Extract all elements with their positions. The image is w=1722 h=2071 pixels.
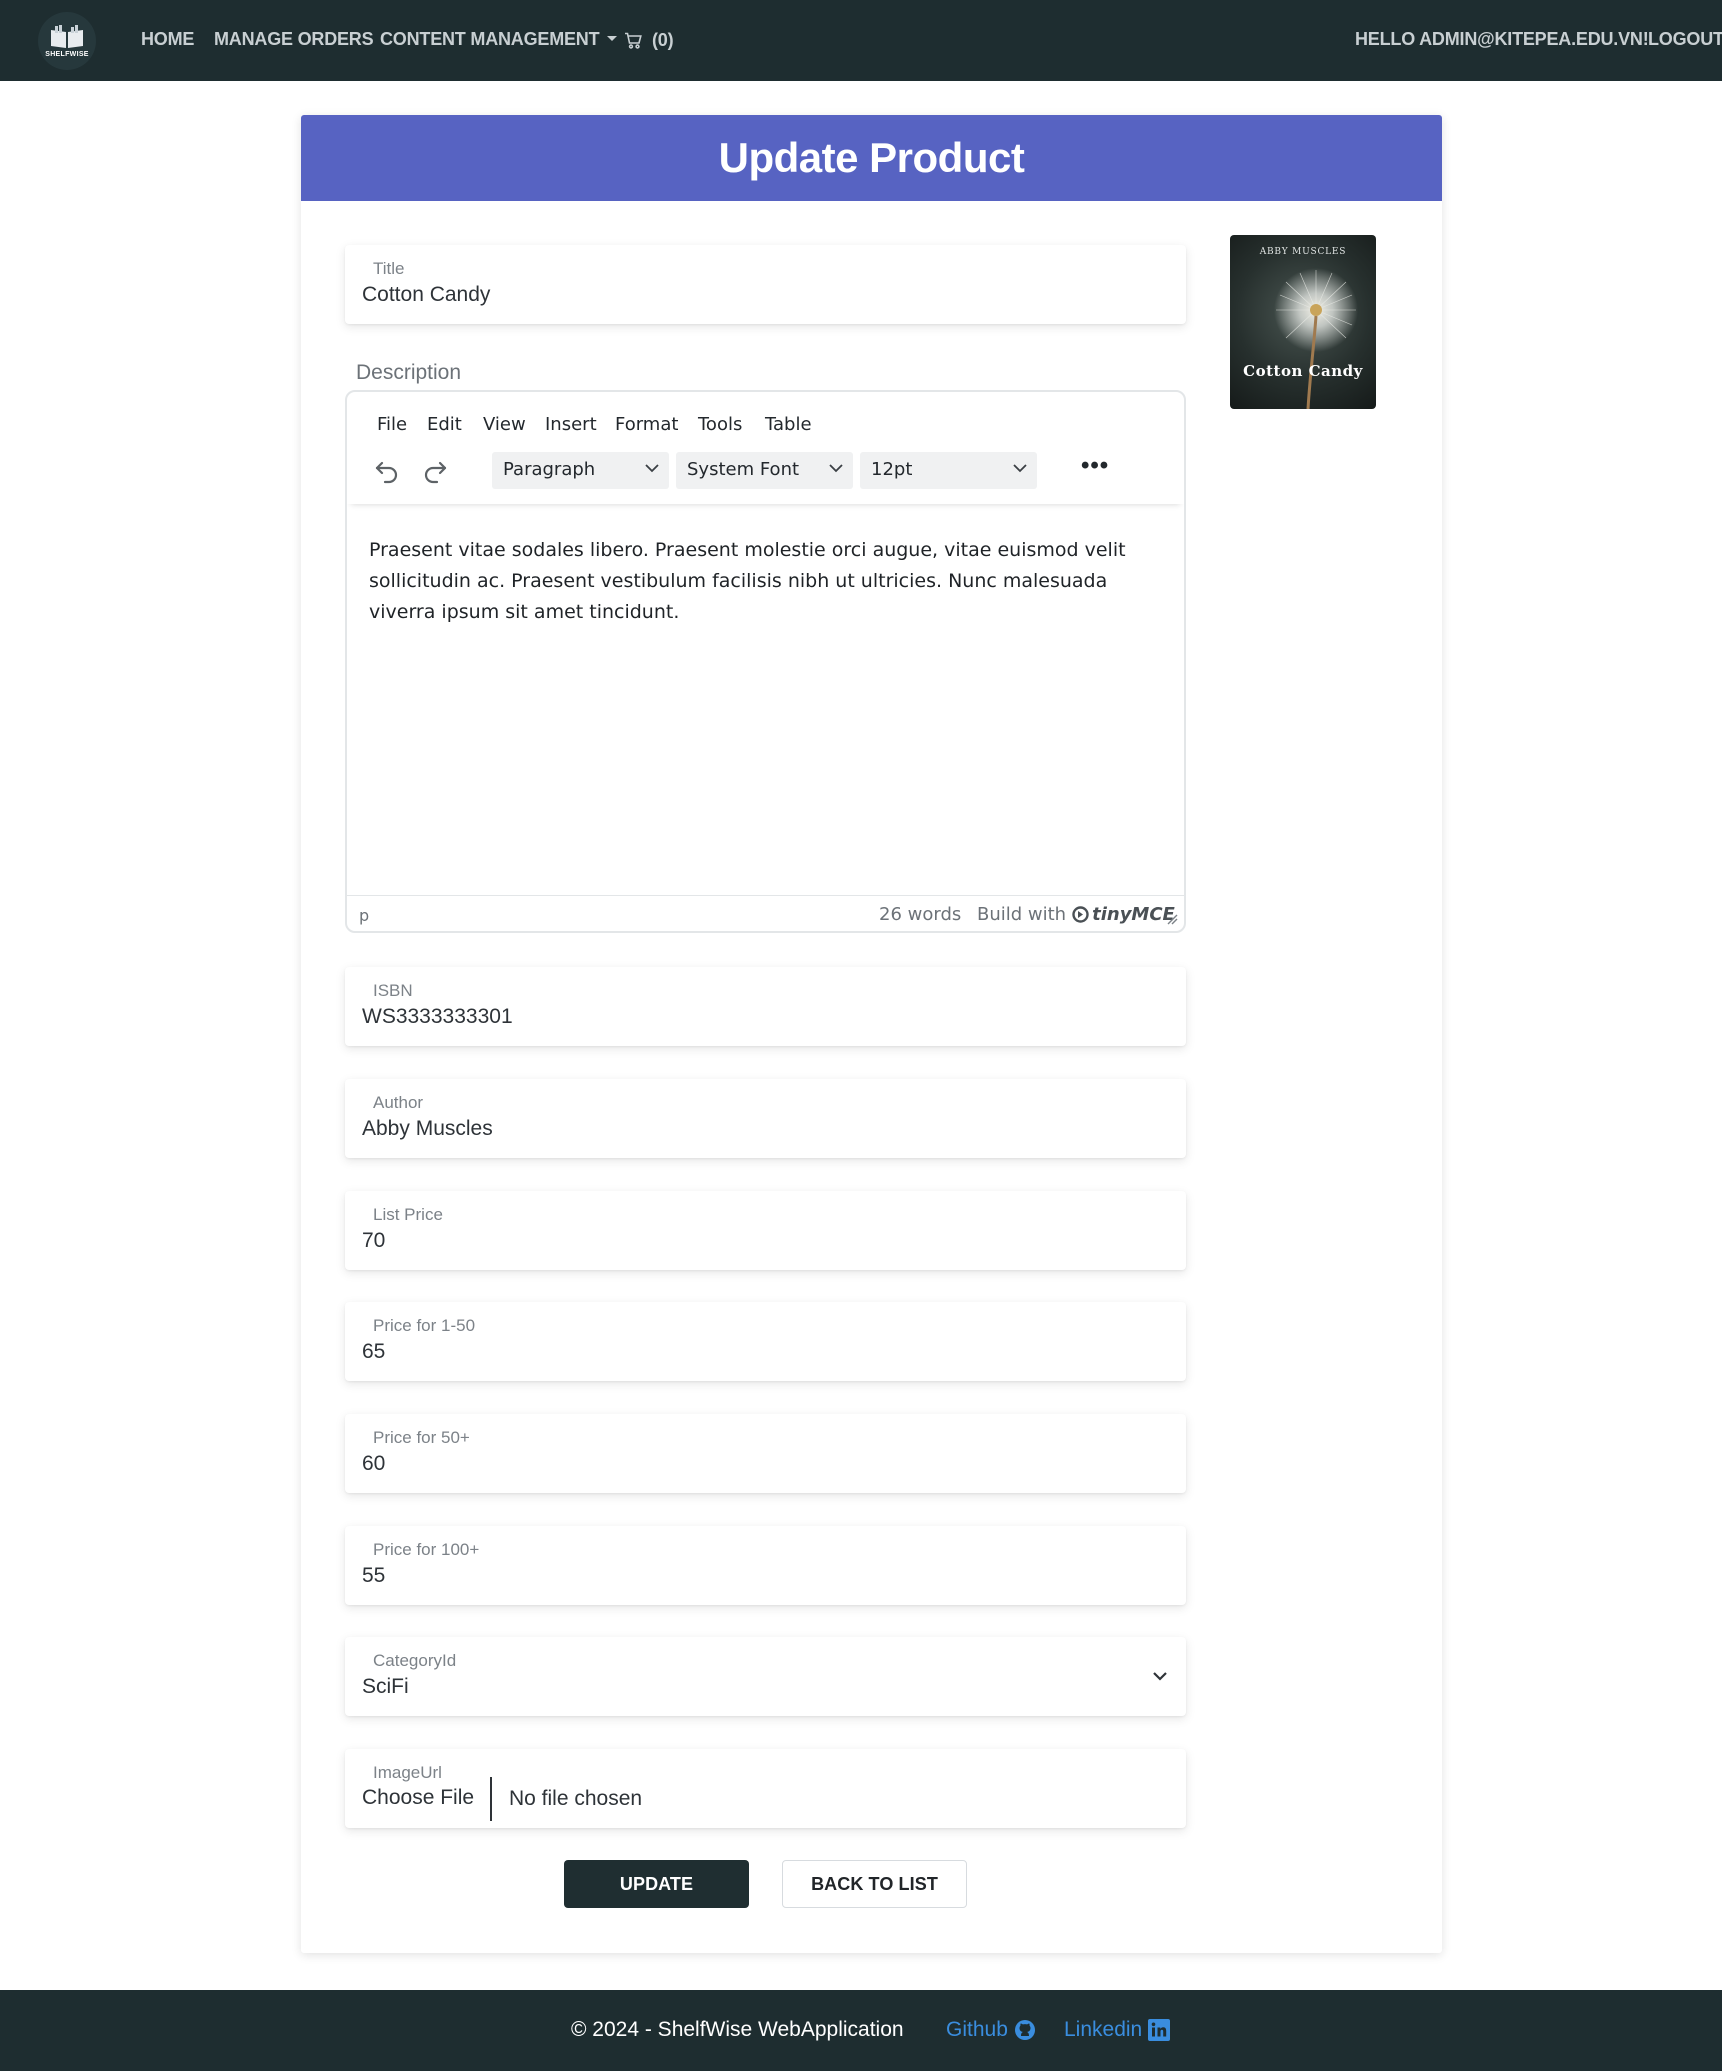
- editor-content[interactable]: Praesent vitae sodales libero. Praesent …: [369, 535, 1159, 628]
- menu-tools[interactable]: Tools: [698, 414, 742, 435]
- footer: © 2024 - ShelfWise WebApplication Github…: [0, 1990, 1722, 2071]
- github-link[interactable]: Github: [946, 2018, 1036, 2042]
- resize-handle-icon[interactable]: [1167, 914, 1178, 925]
- linkedin-link[interactable]: Linkedin: [1064, 2018, 1171, 2042]
- undo-icon[interactable]: [373, 457, 401, 485]
- menu-insert[interactable]: Insert: [545, 414, 597, 435]
- list-price-input[interactable]: 70: [362, 1229, 385, 1253]
- price-100-field[interactable]: Price for 100+ 55: [345, 1526, 1186, 1605]
- element-path[interactable]: p: [359, 906, 369, 925]
- menu-edit[interactable]: Edit: [427, 414, 462, 435]
- choose-file-button[interactable]: Choose File: [362, 1777, 493, 1821]
- tinymce-brand: tinyMCE: [1072, 904, 1175, 925]
- list-price-label: List Price: [373, 1205, 443, 1224]
- user-greeting[interactable]: HELLO ADMIN@KITEPEA.EDU.VN!: [1355, 29, 1649, 50]
- nav-home[interactable]: HOME: [141, 29, 194, 50]
- menu-table[interactable]: Table: [765, 414, 812, 435]
- redo-icon[interactable]: [421, 457, 449, 485]
- cart-count: (0): [652, 30, 674, 50]
- description-editor[interactable]: File Edit View Insert Format Tools Table…: [345, 390, 1186, 933]
- author-input[interactable]: Abby Muscles: [362, 1117, 493, 1141]
- title-input[interactable]: Cotton Candy: [362, 283, 490, 307]
- footer-copyright: © 2024 - ShelfWise WebApplication: [571, 2018, 904, 2041]
- menu-file[interactable]: File: [377, 414, 407, 435]
- isbn-label: ISBN: [373, 981, 413, 1000]
- caret-down-icon: [607, 36, 618, 42]
- menu-view[interactable]: View: [483, 414, 526, 435]
- tinymce-logo-icon: [1072, 906, 1089, 923]
- navbar: SHELFWISE HOME MANAGE ORDERS CONTENT MAN…: [0, 0, 1722, 81]
- editor-menubar: File Edit View Insert Format Tools Table: [347, 392, 1184, 442]
- logout-link[interactable]: LOGOUT: [1648, 29, 1722, 50]
- build-with-label: Build with: [977, 904, 1067, 925]
- more-options-icon[interactable]: •••: [1081, 454, 1109, 478]
- price-1-50-field[interactable]: Price for 1-50 65: [345, 1302, 1186, 1381]
- editor-statusbar: p 26 words Build with tinyMCE: [347, 895, 1184, 931]
- price-1-50-label: Price for 1-50: [373, 1316, 476, 1335]
- brand-logo[interactable]: SHELFWISE: [38, 12, 96, 70]
- page-title: Update Product: [718, 134, 1025, 181]
- dandelion-illustration: [1274, 268, 1358, 409]
- author-label: Author: [373, 1093, 424, 1112]
- github-label: Github: [946, 2018, 1008, 2041]
- open-book-icon: [51, 25, 83, 48]
- menu-format[interactable]: Format: [615, 414, 678, 435]
- chevron-down-icon: [645, 464, 659, 473]
- update-button[interactable]: UPDATE: [564, 1860, 749, 1908]
- block-format-select[interactable]: Paragraph: [492, 452, 669, 489]
- font-family-select[interactable]: System Font: [676, 452, 853, 489]
- title-label: Title: [373, 259, 405, 278]
- price-100-label: Price for 100+: [373, 1540, 480, 1559]
- tinymce-brand-text: tinyMCE: [1092, 904, 1175, 925]
- cover-title-text: Cotton Candy: [1243, 362, 1363, 380]
- price-1-50-input[interactable]: 65: [362, 1340, 385, 1364]
- linkedin-icon: [1148, 2019, 1171, 2041]
- price-50-label: Price for 50+: [373, 1428, 470, 1447]
- chevron-down-icon: [829, 464, 843, 473]
- category-select[interactable]: CategoryId SciFi: [345, 1637, 1186, 1716]
- price-50-field[interactable]: Price for 50+ 60: [345, 1414, 1186, 1493]
- category-label: CategoryId: [373, 1651, 457, 1670]
- description-label: Description: [356, 361, 462, 384]
- category-value: SciFi: [362, 1675, 409, 1698]
- book-cover-image: ABBY MUSCLES Cotton Candy: [1230, 235, 1376, 409]
- chevron-down-icon: [1153, 1672, 1167, 1681]
- author-field[interactable]: Author Abby Muscles: [345, 1079, 1186, 1158]
- title-field[interactable]: Title Cotton Candy: [345, 245, 1186, 324]
- nav-content-management-label: CONTENT MANAGEMENT: [380, 29, 600, 49]
- font-size-select[interactable]: 12pt: [860, 452, 1037, 489]
- isbn-input[interactable]: WS3333333301: [362, 1005, 513, 1029]
- brand-logo-text: SHELFWISE: [45, 51, 89, 58]
- file-status: No file chosen: [509, 1787, 643, 1810]
- price-100-input[interactable]: 55: [362, 1564, 385, 1588]
- font-family-value: System Font: [687, 459, 800, 480]
- back-to-list-button[interactable]: BACK TO LIST: [782, 1860, 967, 1908]
- chevron-down-icon: [1013, 464, 1027, 473]
- nav-content-management[interactable]: CONTENT MANAGEMENT: [380, 29, 618, 50]
- github-icon: [1014, 2020, 1035, 2040]
- list-price-field[interactable]: List Price 70: [345, 1191, 1186, 1270]
- price-50-input[interactable]: 60: [362, 1452, 385, 1476]
- block-format-value: Paragraph: [503, 459, 596, 480]
- nav-manage-orders[interactable]: MANAGE ORDERS: [214, 29, 374, 50]
- cart-icon: [625, 32, 642, 49]
- editor-toolbar: Paragraph System Font 12pt •••: [347, 442, 1184, 504]
- linkedin-label: Linkedin: [1064, 2018, 1143, 2041]
- font-size-value: 12pt: [871, 459, 913, 480]
- isbn-field[interactable]: ISBN WS3333333301: [345, 967, 1186, 1046]
- card-header: Update Product: [301, 115, 1442, 201]
- build-with-tinymce[interactable]: Build with tinyMCE: [977, 904, 1175, 925]
- image-url-field: ImageUrl Choose File No file chosen: [345, 1749, 1186, 1828]
- word-count[interactable]: 26 words: [879, 904, 961, 925]
- nav-cart[interactable]: (0): [624, 30, 674, 51]
